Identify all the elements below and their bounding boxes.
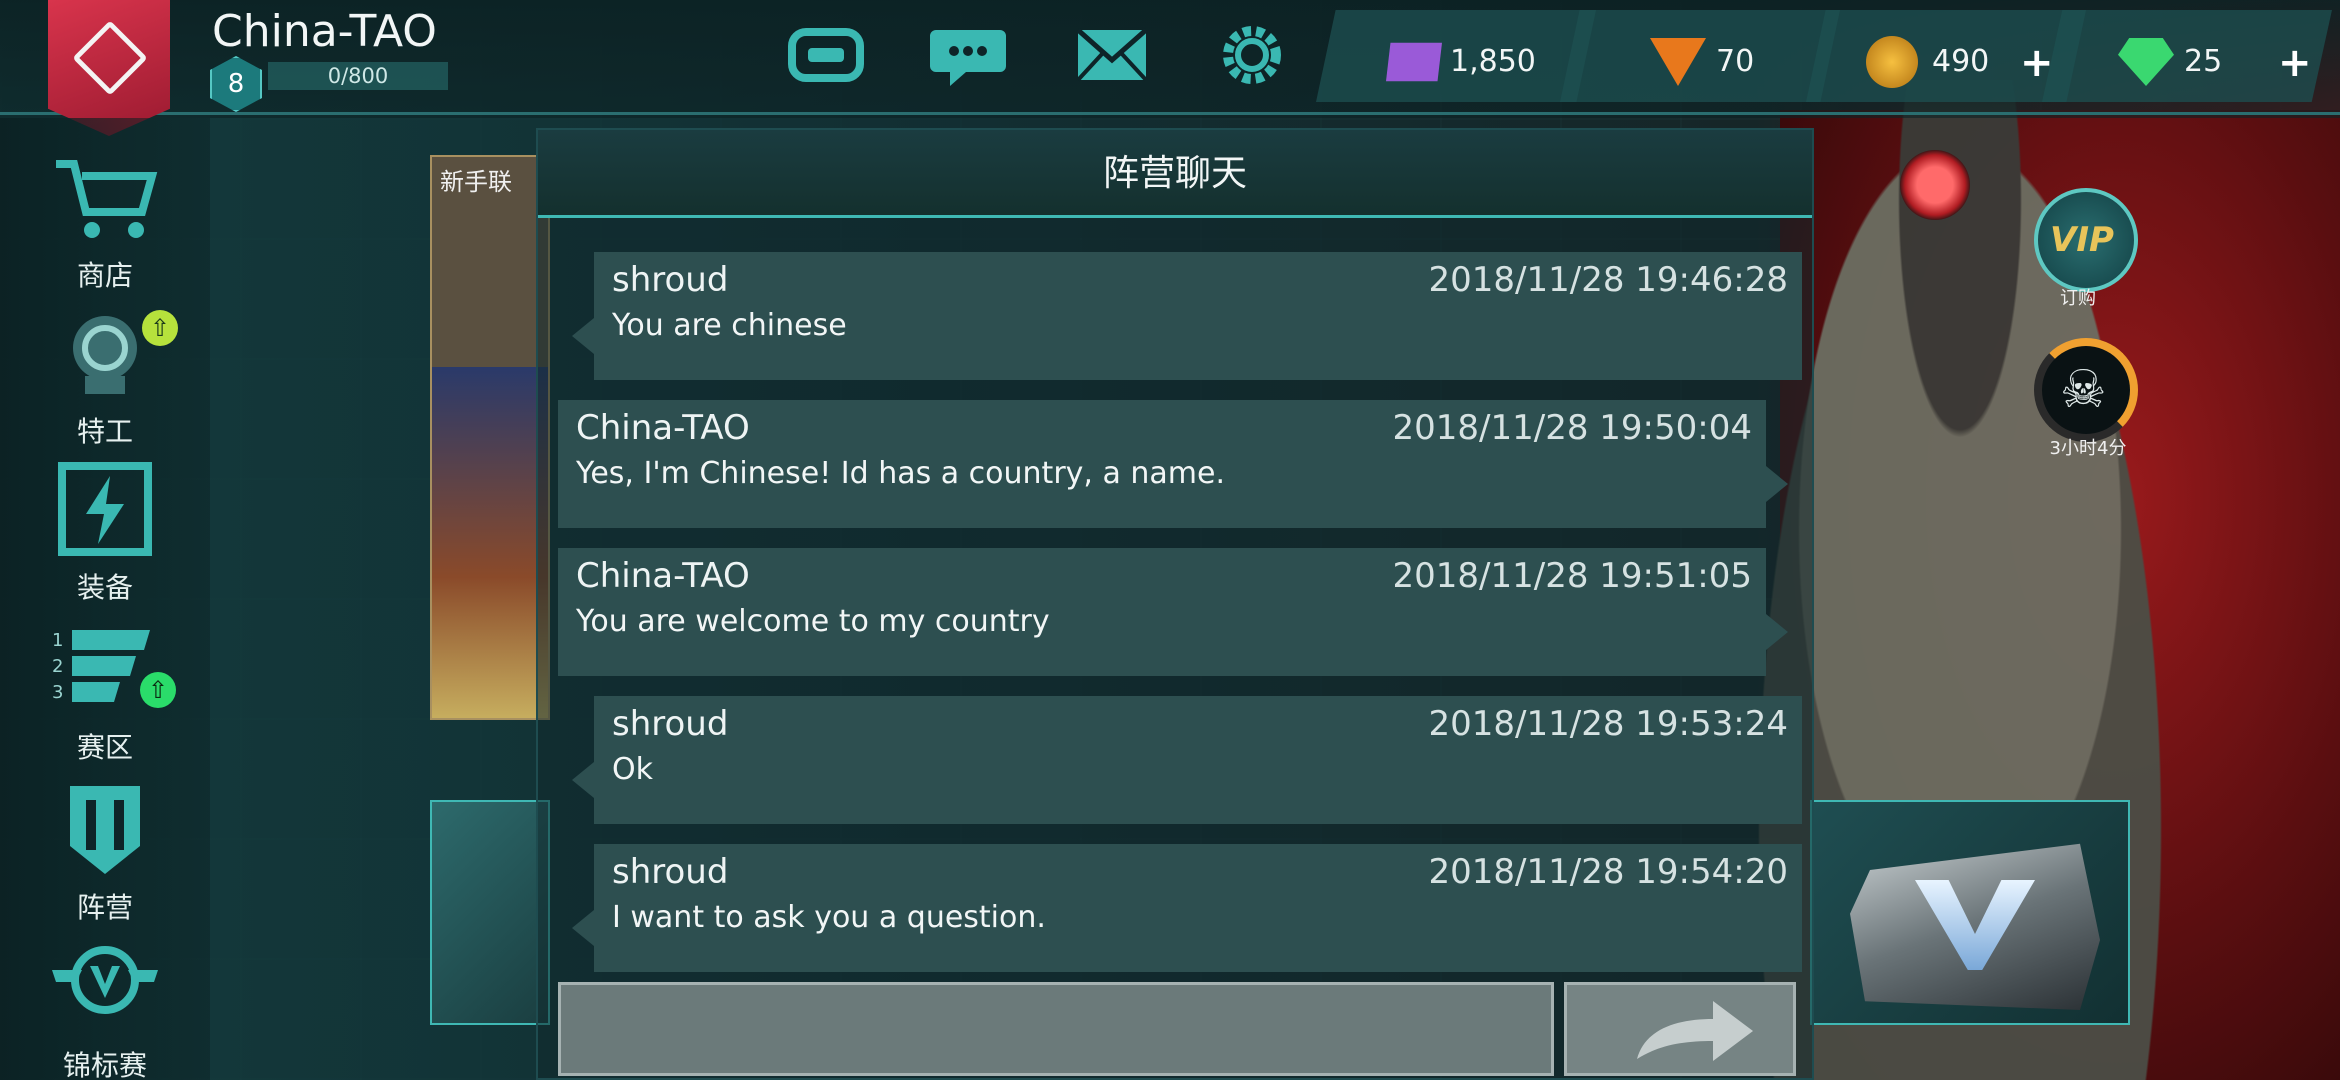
message-sender: shroud	[612, 704, 729, 744]
settings-gear-icon[interactable]	[1212, 20, 1292, 90]
top-bar-divider	[0, 112, 2340, 115]
skull-icon: ☠	[2060, 360, 2107, 420]
sidebar-item-label: 特工	[76, 415, 133, 448]
warbonds-resource[interactable]: 70	[1560, 10, 1840, 102]
chat-message: China-TAO 2018/11/28 19:51:05 You are we…	[558, 548, 1788, 676]
gold-resource[interactable]: 490 +	[1806, 10, 2086, 102]
message-sender: shroud	[612, 852, 729, 892]
career-progress-panel[interactable]	[430, 800, 550, 1025]
diamonds-resource[interactable]: 25 +	[2042, 10, 2332, 102]
credits-resource[interactable]: 1,850	[1316, 10, 1596, 102]
send-arrow-icon	[1637, 1001, 1753, 1061]
gold-coin-icon	[1866, 36, 1918, 88]
credits-value: 1,850	[1450, 44, 1536, 79]
chat-message: shroud 2018/11/28 19:46:28 You are chine…	[572, 252, 1802, 380]
message-text: Ok	[612, 752, 653, 787]
chat-message: shroud 2018/11/28 19:53:24 Ok	[572, 696, 1802, 824]
diamond-icon	[2118, 38, 2174, 86]
add-diamonds-button[interactable]: +	[2278, 40, 2312, 86]
message-timestamp: 2018/11/28 19:46:28	[1428, 260, 1788, 300]
vip-icon: VIP	[2050, 220, 2114, 260]
cart-icon	[56, 160, 158, 238]
message-text: You are welcome to my country	[576, 604, 1050, 639]
gameloft-icon[interactable]	[786, 20, 866, 90]
chat-bubble-icon[interactable]	[928, 20, 1008, 90]
send-button[interactable]	[1564, 982, 1796, 1076]
message-text: I want to ask you a question.	[612, 900, 1046, 935]
sidebar-item-shop[interactable]: 商店	[20, 150, 190, 300]
upgrade-arrow-icon: ⇧	[140, 672, 176, 708]
sidebar-item-label: 阵营	[76, 891, 133, 924]
chat-message: shroud 2018/11/28 19:54:20 I want to ask…	[572, 844, 1802, 972]
diamonds-value: 25	[2184, 44, 2223, 79]
sidebar-item-tournament[interactable]: 锦标赛	[20, 940, 190, 1080]
faction-chat-dialog: 阵营聊天 shroud 2018/11/28 19:46:28 You are …	[536, 128, 1814, 1080]
message-sender: China-TAO	[576, 556, 750, 596]
beginner-alliance-label: 新手联	[440, 168, 512, 196]
sidebar-item-label: 装备	[76, 571, 133, 604]
sidebar-item-label: 锦标赛	[62, 1049, 147, 1080]
sidebar-item-equipment[interactable]: 装备	[20, 462, 190, 612]
equipment-icon	[58, 462, 152, 556]
message-timestamp: 2018/11/28 19:54:20	[1428, 852, 1788, 892]
upgrade-arrow-icon: ⇧	[142, 310, 178, 346]
message-text: Yes, I'm Chinese! Id has a country, a na…	[576, 456, 1226, 491]
warbonds-value: 70	[1716, 44, 1755, 79]
sidebar-item-label: 商店	[76, 259, 133, 292]
chat-input[interactable]	[558, 982, 1554, 1076]
sidebar-item-label: 赛区	[76, 731, 133, 764]
sidebar-item-faction[interactable]: 阵营	[20, 782, 190, 932]
message-timestamp: 2018/11/28 19:50:04	[1392, 408, 1752, 448]
bounty-timer-label: 3小时4分	[2049, 438, 2127, 459]
message-text: You are chinese	[612, 308, 847, 343]
message-timestamp: 2018/11/28 19:51:05	[1392, 556, 1752, 596]
player-name[interactable]: China-TAO	[212, 6, 437, 57]
warbonds-icon	[1650, 38, 1706, 86]
svg-text:2: 2	[52, 656, 63, 677]
message-sender: shroud	[612, 260, 729, 300]
soldier-visor-eye	[1900, 150, 1970, 220]
beginner-alliance-panel[interactable]	[430, 155, 550, 720]
xp-text: 0/800	[327, 64, 389, 88]
faction-icon	[70, 786, 140, 874]
mail-icon[interactable]	[1072, 20, 1152, 90]
dialog-title: 阵营聊天	[538, 130, 1812, 218]
credits-icon	[1386, 42, 1442, 82]
chat-message: China-TAO 2018/11/28 19:50:04 Yes, I'm C…	[558, 400, 1788, 528]
message-sender: China-TAO	[576, 408, 750, 448]
gold-value: 490	[1932, 44, 1990, 79]
league-icon: 1 2 3	[52, 630, 150, 703]
tournament-icon	[52, 946, 158, 1014]
svg-text:3: 3	[52, 682, 63, 703]
svg-text:1: 1	[52, 630, 63, 651]
vip-subscribe-label: 订购	[2060, 288, 2096, 309]
message-timestamp: 2018/11/28 19:53:24	[1428, 704, 1788, 744]
